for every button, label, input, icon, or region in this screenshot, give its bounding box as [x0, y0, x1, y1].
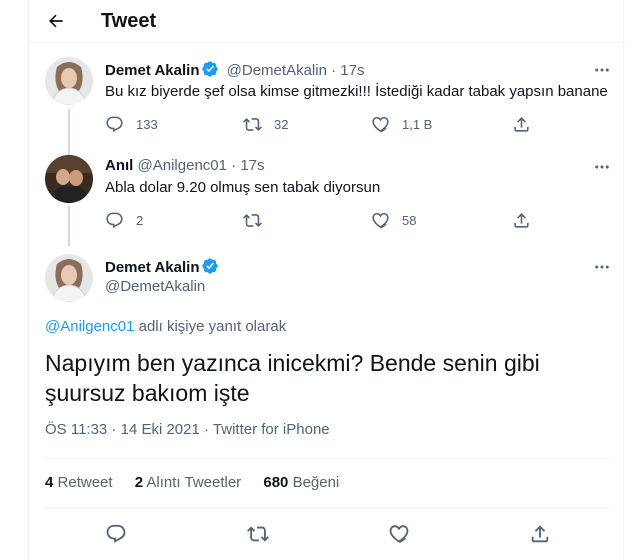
share-icon: [529, 523, 551, 545]
more-icon: [593, 258, 611, 276]
tweet2-reply-button[interactable]: 2: [105, 208, 143, 232]
tweet-time[interactable]: ÖS 11:33: [45, 421, 107, 438]
main-more-button[interactable]: [590, 255, 614, 279]
reply-icon: [105, 523, 127, 545]
likes-label: Beğeni: [292, 474, 340, 491]
tweet1-more-button[interactable]: [590, 58, 614, 82]
thread-line: [68, 206, 70, 246]
retweets-stat[interactable]: 4 Retweet: [45, 474, 113, 491]
tweet2-more-button[interactable]: [590, 155, 614, 179]
avatar-demet[interactable]: [45, 57, 93, 105]
back-button[interactable]: [41, 6, 71, 36]
tweet2-like-button[interactable]: 58: [371, 208, 416, 232]
like-icon: [371, 211, 390, 230]
reply-icon: [105, 115, 124, 134]
retweet-icon: [247, 523, 269, 545]
main-share-button[interactable]: [525, 519, 555, 549]
thread-line: [68, 109, 70, 155]
main-retweet-button[interactable]: [243, 519, 273, 549]
divider: [45, 508, 609, 509]
conversation-column: Tweet Demet Akalin @DemetAkalin · 17s Bu…: [28, 0, 625, 560]
main-like-button[interactable]: [384, 519, 414, 549]
quotes-count: 2: [134, 474, 144, 491]
engagement-stats: 4 Retweet 2 Alıntı Tweetler 680 Beğeni: [45, 474, 357, 491]
tweet-source[interactable]: Twitter for iPhone: [213, 421, 330, 438]
tweet1-text: Bu kız biyerde şef olsa kimse gitmezki!!…: [105, 83, 608, 100]
reply-icon: [105, 211, 124, 230]
share-icon: [512, 115, 531, 134]
tweet1-reply-button[interactable]: 133: [105, 112, 158, 136]
replying-to: @Anilgenc01 adlı kişiye yanıt olarak: [45, 318, 286, 335]
likes-count: 680: [263, 474, 289, 491]
tweet2-retweet-button[interactable]: [243, 208, 262, 232]
avatar-anil[interactable]: [45, 155, 93, 203]
tweet1-sep: ·: [331, 62, 337, 79]
more-icon: [593, 61, 611, 79]
tweet2-like-count: 58: [402, 212, 417, 228]
main-tweet-text: Napıyım ben yazınca inicekmi? Bende seni…: [45, 348, 540, 408]
main-text-line1: Napıyım ben yazınca inicekmi? Bende seni…: [45, 350, 540, 376]
main-text-line2: şuursuz bakıom işte: [45, 380, 250, 406]
divider: [45, 458, 609, 459]
reply-mention-link[interactable]: @Anilgenc01: [45, 318, 134, 335]
main-author-name[interactable]: Demet Akalin: [105, 259, 199, 276]
header-bar: Tweet: [29, 0, 625, 43]
tweet1-header: Demet Akalin @DemetAkalin · 17s: [105, 60, 364, 79]
tweet1-retweet-button[interactable]: 32: [243, 112, 288, 136]
tweet-meta: ÖS 11:33 · 14 Eki 2021 · Twitter for iPh…: [45, 421, 330, 438]
retweets-count: 4: [45, 474, 54, 491]
share-icon: [512, 211, 531, 230]
tweet1-like-count: 1,1 B: [402, 116, 433, 132]
tweet1-retweet-count: 32: [274, 116, 289, 132]
tweet1-time[interactable]: 17s: [340, 62, 364, 79]
quotes-label: Alıntı Tweetler: [146, 474, 242, 491]
tweet1-handle[interactable]: @DemetAkalin: [227, 62, 327, 79]
tweet2-header: Anıl @Anilgenc01 · 17s: [105, 157, 265, 174]
tweet1-author-name[interactable]: Demet Akalin: [105, 62, 199, 79]
main-reply-button[interactable]: [101, 519, 131, 549]
tweet2-share-button[interactable]: [512, 208, 531, 232]
retweet-icon: [243, 115, 262, 134]
tweet1-reply-count: 133: [136, 116, 158, 132]
retweet-icon: [243, 211, 262, 230]
page-title: Tweet: [101, 10, 157, 32]
tweet2-time[interactable]: 17s: [240, 157, 264, 174]
main-handle[interactable]: @DemetAkalin: [105, 278, 205, 295]
verified-badge-icon: [201, 257, 219, 275]
tweet1-share-button[interactable]: [512, 112, 531, 136]
tweet2-author-name[interactable]: Anıl: [105, 157, 133, 174]
meta-sep: ·: [107, 421, 121, 438]
back-arrow-icon: [48, 14, 63, 28]
like-icon: [388, 523, 410, 545]
reply-suffix: adlı kişiye yanıt olarak: [134, 318, 287, 335]
tweet1-like-button[interactable]: 1,1 B: [371, 112, 432, 136]
quotes-stat[interactable]: 2 Alıntı Tweetler: [135, 474, 241, 491]
meta-sep: ·: [199, 421, 213, 438]
likes-stat[interactable]: 680 Beğeni: [263, 474, 339, 491]
tweet2-reply-count: 2: [136, 212, 144, 228]
tweet2-sep: ·: [231, 157, 237, 174]
like-icon: [371, 115, 390, 134]
verified-badge-icon: [201, 60, 219, 78]
tweet2-text: Abla dolar 9.20 olmuş sen tabak diyorsun: [105, 179, 381, 196]
avatar-demet-main[interactable]: [45, 254, 93, 302]
main-author-name-row: Demet Akalin: [105, 257, 222, 276]
tweet-date[interactable]: 14 Eki 2021: [121, 421, 200, 438]
retweets-label: Retweet: [57, 474, 113, 491]
more-icon: [593, 158, 611, 176]
tweet2-handle[interactable]: @Anilgenc01: [138, 157, 227, 174]
